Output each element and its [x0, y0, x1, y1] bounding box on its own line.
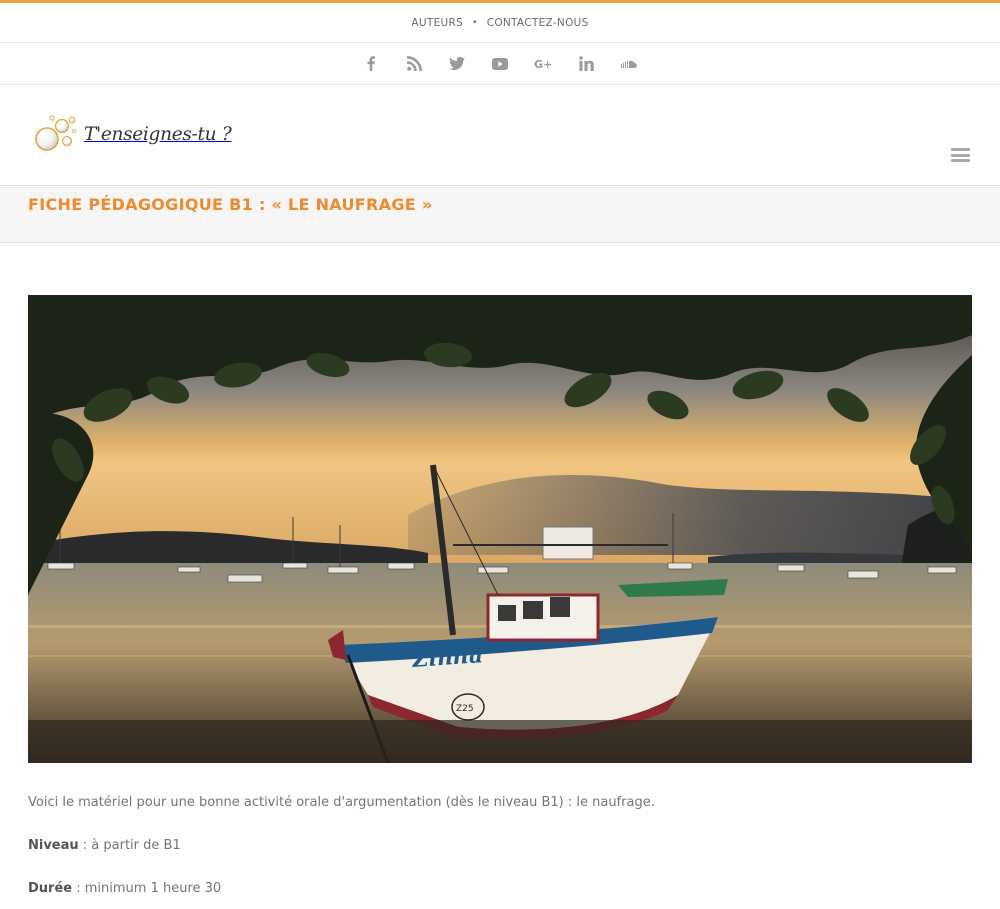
- nav-link-contactez-nous[interactable]: CONTACTEZ-NOUS: [487, 17, 589, 29]
- duree-label: Durée: [28, 881, 73, 896]
- bubbles-logo-icon: [35, 115, 77, 151]
- svg-text:G+: G+: [534, 58, 552, 70]
- boat-number-text: Z25: [456, 704, 474, 714]
- soundcloud-icon[interactable]: [608, 54, 651, 74]
- site-logo[interactable]: T'enseignes-tu ?: [34, 112, 232, 156]
- social-links-bar: G+: [0, 43, 1000, 85]
- duree-value: : minimum 1 heure 30: [72, 881, 222, 896]
- featured-image: Zinha Z25: [28, 295, 972, 763]
- page-title-bar: FICHE PÉDAGOGIQUE B1 : « LE NAUFRAGE »: [0, 187, 1000, 243]
- rss-icon[interactable]: [393, 54, 436, 74]
- logo-text: T'enseignes-tu ?: [84, 123, 232, 145]
- article-content: Voici le matériel pour une bonne activit…: [28, 794, 972, 909]
- niveau-label: Niveau: [28, 838, 79, 853]
- linkedin-icon[interactable]: [565, 54, 608, 74]
- nav-separator: •: [472, 17, 478, 28]
- google-plus-icon[interactable]: G+: [522, 54, 565, 74]
- nav-link-auteurs[interactable]: AUTEURS: [411, 17, 463, 29]
- facebook-icon[interactable]: [350, 54, 393, 74]
- niveau-value: : à partir de B1: [78, 838, 181, 853]
- boat-name-text: Zinha: [411, 642, 484, 673]
- intro-paragraph: Voici le matériel pour une bonne activit…: [28, 795, 655, 810]
- site-header: T'enseignes-tu ?: [0, 85, 1000, 186]
- secondary-nav: AUTEURS • CONTACTEZ-NOUS: [0, 3, 1000, 43]
- menu-toggle-icon[interactable]: [951, 148, 970, 162]
- youtube-icon[interactable]: [479, 54, 522, 74]
- niveau-line: Niveau : à partir de B1: [28, 837, 972, 854]
- page-title: FICHE PÉDAGOGIQUE B1 : « LE NAUFRAGE »: [28, 195, 433, 214]
- twitter-icon[interactable]: [436, 54, 479, 74]
- duree-line: Durée : minimum 1 heure 30: [28, 880, 972, 897]
